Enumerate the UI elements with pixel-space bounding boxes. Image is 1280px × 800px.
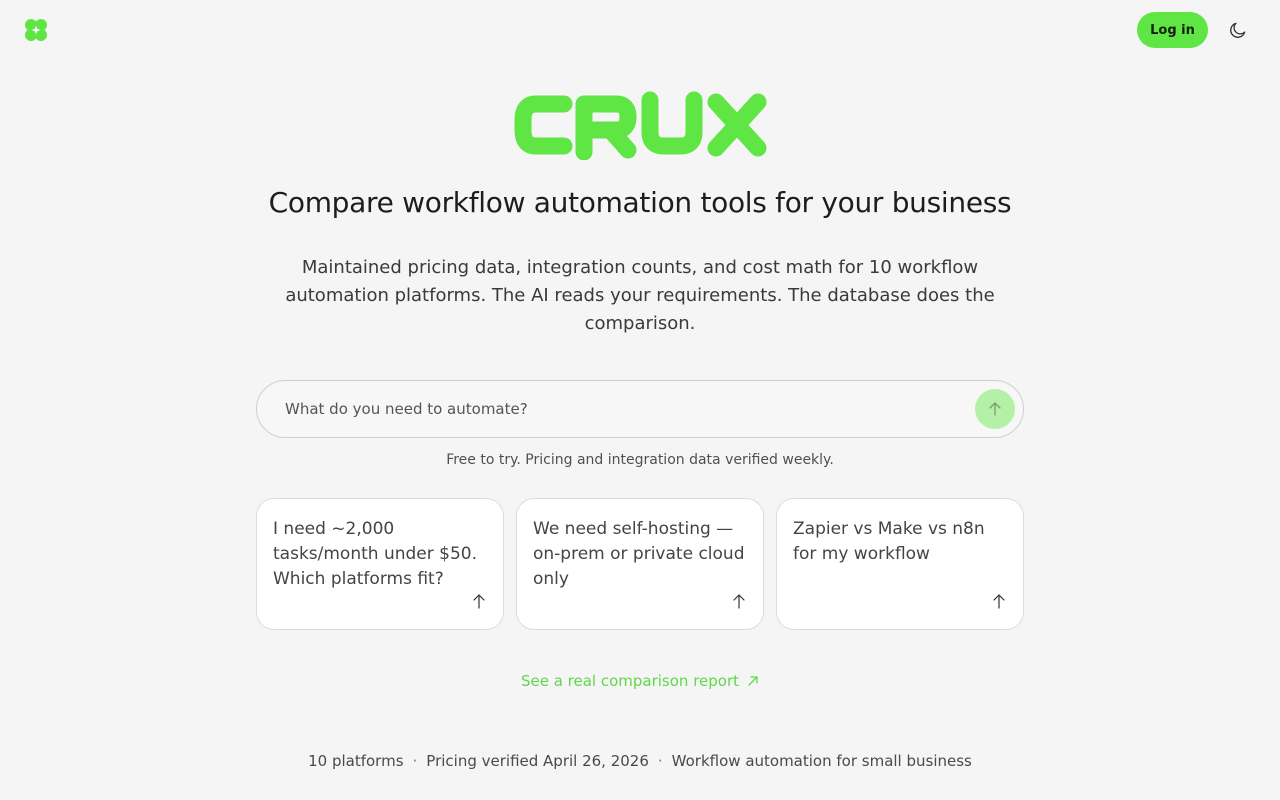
arrow-up-icon [733, 594, 745, 609]
submit-button[interactable] [975, 389, 1015, 429]
search-box [256, 380, 1024, 438]
arrow-up-icon [989, 402, 1001, 416]
arrow-up-right-icon [748, 676, 758, 686]
separator-dot: · [412, 752, 418, 770]
moon-icon [1230, 22, 1246, 38]
suggestion-card-tasks[interactable]: I need ~2,000 tasks/month under $50. Whi… [256, 498, 504, 630]
page-title: Compare workflow automation tools for yo… [268, 186, 1012, 219]
suggestion-card-compare[interactable]: Zapier vs Make vs n8n for my workflow [776, 498, 1024, 630]
verified-date: Pricing verified April 26, 2026 [426, 752, 649, 770]
theme-toggle[interactable] [1226, 18, 1250, 42]
login-button[interactable]: Log in [1137, 12, 1208, 48]
brand-wordmark-logo [514, 91, 767, 160]
arrow-up-icon [473, 594, 485, 609]
page-subtitle: Maintained pricing data, integration cou… [285, 257, 995, 334]
comparison-report-link[interactable]: See a real comparison report [0, 672, 1280, 690]
footer-meta: 10 platforms · Pricing verified April 26… [0, 752, 1280, 770]
search-input[interactable] [285, 381, 965, 437]
suggestion-card-text: We need self-hosting — on-prem or privat… [533, 519, 745, 589]
suggestion-card-text: Zapier vs Make vs n8n for my workflow [793, 519, 985, 564]
suggestion-card-text: I need ~2,000 tasks/month under $50. Whi… [273, 519, 477, 589]
four-leaf-logo-icon[interactable] [24, 18, 48, 42]
separator-dot: · [657, 752, 663, 770]
comparison-report-link-label: See a real comparison report [520, 672, 740, 690]
search-note: Free to try. Pricing and integration dat… [446, 452, 834, 468]
suggestion-card-self-hosting[interactable]: We need self-hosting — on-prem or privat… [516, 498, 764, 630]
arrow-up-icon [993, 594, 1005, 609]
footer-tagline: Workflow automation for small business [671, 752, 972, 770]
platform-count: 10 platforms [308, 752, 404, 770]
